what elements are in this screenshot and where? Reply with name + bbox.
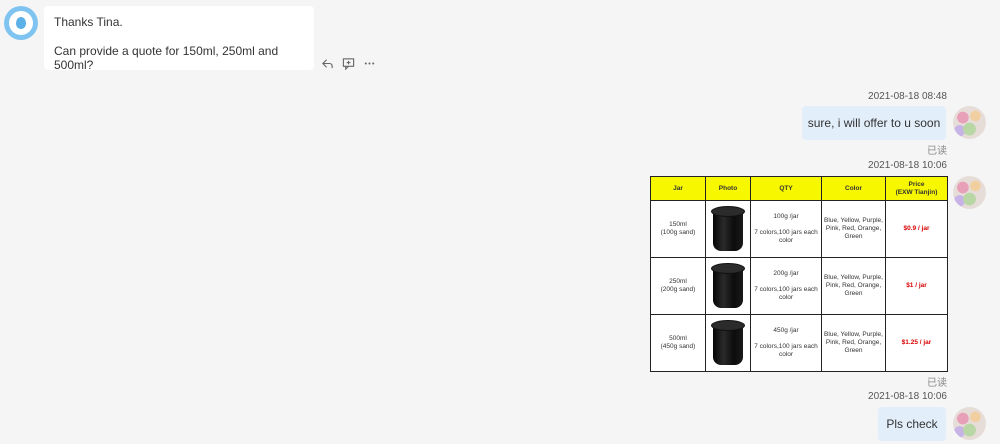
column-header: Price (EXW Tianjin) <box>885 176 948 201</box>
price-cell: $1.25 / jar <box>885 314 948 372</box>
jar-photo <box>705 200 751 258</box>
message-actions <box>318 55 379 71</box>
more-icon[interactable] <box>360 55 379 71</box>
color-cell: Blue, Yellow, Purple, Pink, Red, Orange,… <box>821 200 886 258</box>
table-row: 150ml (100g sand) 100g /jar 7 colors,100 j… <box>650 200 948 258</box>
read-status: 已读 <box>927 378 947 389</box>
incoming-message-bubble: Thanks Tina. Can provide a quote for 150… <box>44 6 314 72</box>
jar-cell: 250ml (200g sand) <box>650 257 706 315</box>
table-row: 250ml (200g sand) 200g /jar 7 colors,100 j… <box>650 257 948 315</box>
column-header: QTY <box>750 176 822 201</box>
color-cell: Blue, Yellow, Purple, Pink, Red, Orange,… <box>821 257 886 315</box>
user-avatar[interactable] <box>953 407 986 440</box>
column-header: Photo <box>705 176 751 201</box>
outgoing-message-bubble: Pls check <box>878 407 946 441</box>
column-header: Color <box>821 176 886 201</box>
message-line: Thanks Tina. <box>54 15 123 29</box>
message-timestamp: 2021-08-18 08:48 <box>868 91 947 102</box>
user-avatar[interactable] <box>953 176 986 209</box>
message-timestamp: 2021-08-18 10:06 <box>868 391 947 402</box>
qty-cell: 450g /jar 7 colors,100 jars each color <box>750 314 822 372</box>
message-timestamp: 2021-08-18 10:06 <box>868 160 947 171</box>
price-cell: $1 / jar <box>885 257 948 315</box>
jar-photo <box>705 314 751 372</box>
column-header: Jar <box>650 176 706 201</box>
message-line: Can provide a quote for 150ml, 250ml and… <box>54 44 279 72</box>
outgoing-message-bubble: sure, i will offer to u soon <box>802 106 946 140</box>
table-header-row: Jar Photo QTY Color Price (EXW Tianjin) <box>650 176 948 201</box>
color-cell: Blue, Yellow, Purple, Pink, Red, Orange,… <box>821 314 886 372</box>
read-status: 已读 <box>927 146 947 157</box>
quote-icon[interactable] <box>339 55 358 71</box>
table-row: 500ml (450g sand) 450g /jar 7 colors,100 j… <box>650 314 948 372</box>
jar-cell: 500ml (450g sand) <box>650 314 706 372</box>
qty-cell: 100g /jar 7 colors,100 jars each color <box>750 200 822 258</box>
quote-table-image[interactable]: Jar Photo QTY Color Price (EXW Tianjin) 1… <box>650 176 948 372</box>
reply-icon[interactable] <box>318 55 337 71</box>
jar-photo <box>705 257 751 315</box>
user-avatar[interactable] <box>953 106 986 139</box>
jar-cell: 150ml (100g sand) <box>650 200 706 258</box>
qty-cell: 200g /jar 7 colors,100 jars each color <box>750 257 822 315</box>
contact-avatar[interactable] <box>4 6 38 40</box>
price-cell: $0.9 / jar <box>885 200 948 258</box>
